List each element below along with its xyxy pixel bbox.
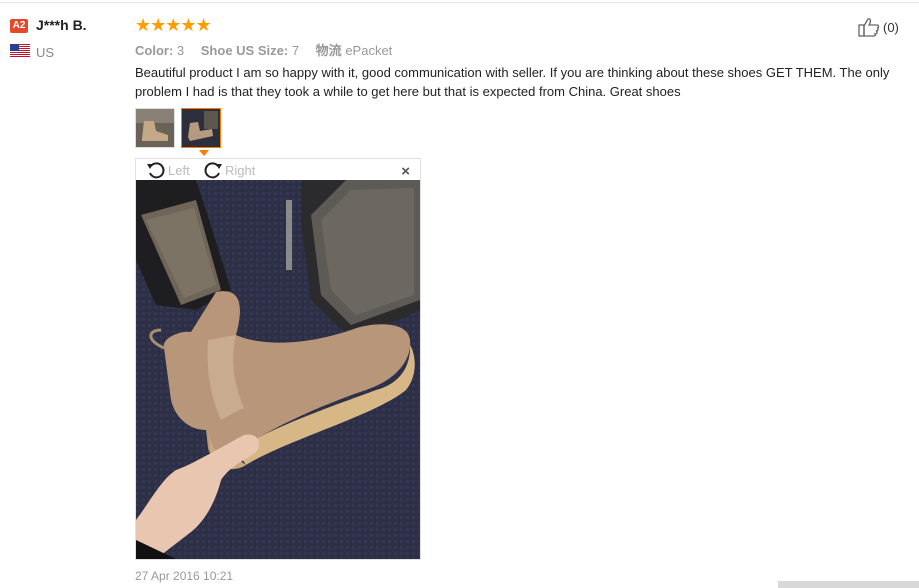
us-flag-icon <box>10 44 30 57</box>
size-attribute-label: Shoe US Size: <box>200 43 289 58</box>
color-attribute-value: 3 <box>176 43 185 58</box>
rotate-right-button[interactable]: Right <box>203 161 255 179</box>
size-attribute-value: 7 <box>291 43 300 58</box>
star-rating: ★★★★★ <box>135 15 212 35</box>
review-photo <box>136 180 420 559</box>
close-viewer-button[interactable]: × <box>401 163 410 180</box>
thumbs-up-icon <box>858 18 880 37</box>
rotate-left-button[interactable]: Left <box>146 161 190 179</box>
review-photo-thumbnail-selected[interactable] <box>181 108 221 148</box>
divider <box>0 2 919 3</box>
shipping-attribute-label: 物流 <box>315 43 342 58</box>
review-date: 27 Apr 2016 10:21 <box>135 569 234 583</box>
reviewer-country: US <box>36 45 55 60</box>
shipping-attribute-value: ePacket <box>345 43 393 58</box>
rotate-right-icon <box>204 162 222 179</box>
rotate-left-icon <box>147 162 165 179</box>
review-attributes: Color: 3 Shoe US Size: 7 物流 ePacket <box>135 40 405 59</box>
helpful-button[interactable]: (0) <box>858 17 899 37</box>
review-photo-thumbnail[interactable] <box>135 108 175 148</box>
member-level-badge: A2 <box>10 19 28 33</box>
reviewer-name: J***h B. <box>36 17 87 33</box>
horizontal-scrollbar[interactable] <box>778 581 919 588</box>
photo-viewer: Left Right × <box>135 158 421 560</box>
selected-thumbnail-pointer <box>199 150 209 156</box>
helpful-count: (0) <box>883 19 899 35</box>
review-text: Beautiful product I am so happy with it,… <box>135 65 890 99</box>
rotate-left-label: Left <box>168 162 190 178</box>
color-attribute-label: Color: <box>135 43 174 58</box>
rotate-right-label: Right <box>225 162 256 178</box>
